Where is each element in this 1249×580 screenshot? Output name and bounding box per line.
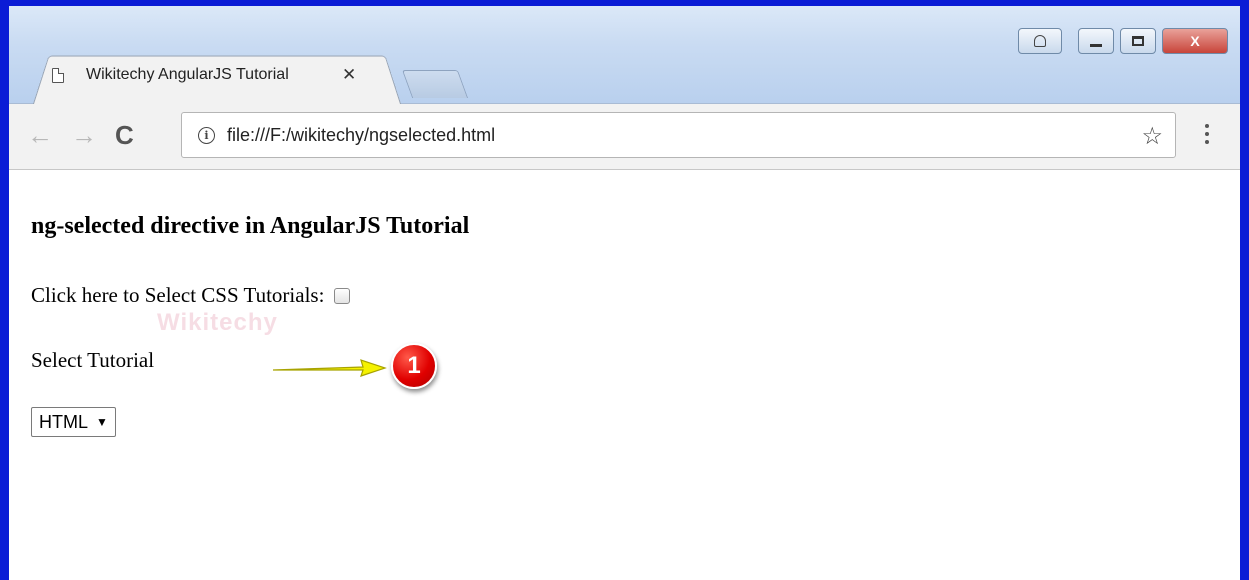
page-heading: ng-selected directive in AngularJS Tutor… — [31, 213, 470, 239]
page-document-icon — [52, 67, 64, 83]
info-icon[interactable]: i — [198, 126, 215, 144]
minimize-button[interactable] — [1078, 28, 1114, 54]
page-content: ng-selected directive in AngularJS Tutor… — [9, 171, 1240, 580]
browser-toolbar: ← → C i file:///F:/wikitechy/ngselected.… — [9, 104, 1240, 170]
new-tab-button[interactable] — [401, 70, 469, 98]
window-controls: X — [1018, 28, 1228, 54]
select-label: Select Tutorial — [31, 348, 155, 372]
menu-dot — [1205, 140, 1209, 144]
step-marker: 1 — [391, 343, 437, 389]
minimize-icon — [1090, 43, 1102, 47]
checkbox-label: Click here to Select CSS Tutorials: — [31, 283, 325, 307]
select-value: HTML — [39, 411, 88, 432]
tab-title: Wikitechy AngularJS Tutorial — [86, 66, 289, 83]
css-tutorials-checkbox[interactable] — [334, 287, 351, 304]
browser-menu-icon[interactable] — [1205, 124, 1211, 144]
user-icon — [1034, 35, 1046, 47]
reload-icon[interactable]: C — [115, 122, 134, 148]
maximize-button[interactable] — [1120, 28, 1156, 54]
tab-close-icon[interactable]: ✕ — [342, 65, 356, 85]
close-window-button[interactable]: X — [1162, 28, 1228, 54]
checkbox-row: Click here to Select CSS Tutorials: — [31, 283, 351, 308]
window-frame-right — [1240, 0, 1249, 580]
forward-arrow-icon[interactable]: → — [71, 122, 97, 148]
address-url[interactable]: file:///F:/wikitechy/ngselected.html — [227, 125, 495, 146]
address-bar[interactable]: i file:///F:/wikitechy/ngselected.html ☆ — [181, 112, 1176, 158]
menu-dot — [1205, 132, 1209, 136]
window-frame-left — [0, 0, 9, 580]
bookmark-star-icon[interactable]: ☆ — [1141, 122, 1163, 151]
back-arrow-icon[interactable]: ← — [27, 122, 53, 148]
browser-tab[interactable]: Wikitechy AngularJS Tutorial ✕ — [52, 58, 372, 92]
maximize-icon — [1132, 36, 1144, 46]
dropdown-arrow-icon: ▼ — [96, 415, 108, 429]
profile-button[interactable] — [1018, 28, 1062, 54]
wikitechy-watermark: Wikitechy — [157, 309, 278, 336]
annotation-arrow-icon — [272, 359, 387, 377]
menu-dot — [1205, 124, 1209, 128]
tutorial-select[interactable]: HTML ▼ — [31, 407, 116, 437]
